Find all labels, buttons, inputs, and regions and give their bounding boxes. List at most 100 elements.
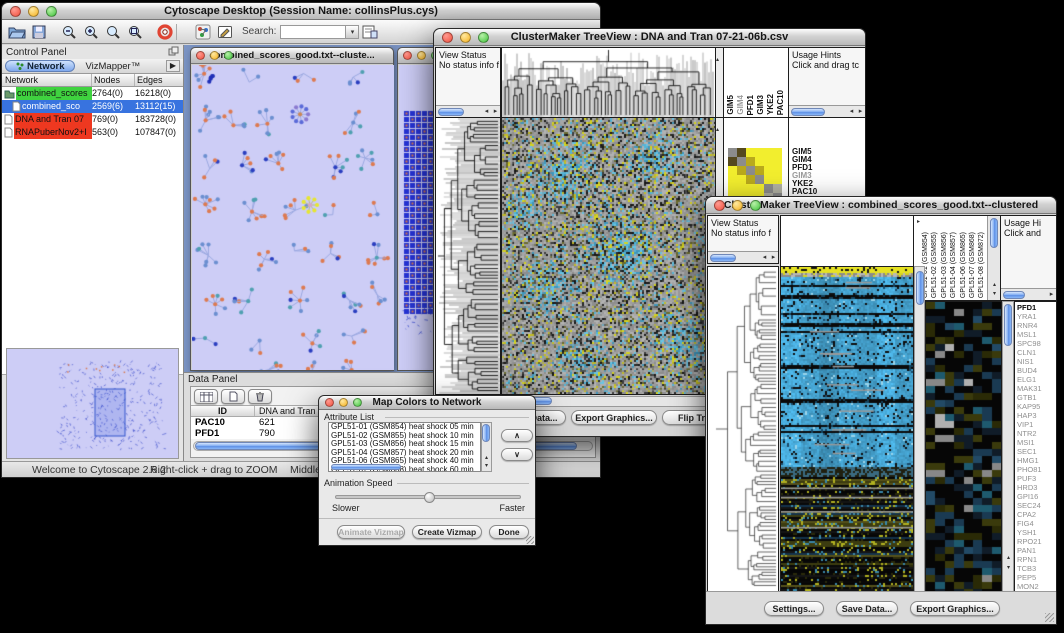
tab-vizmapper[interactable]: VizMapper™	[75, 61, 150, 72]
select-attributes-icon[interactable]	[194, 389, 218, 404]
tv2-zoom-heatmap[interactable]	[925, 301, 1002, 592]
scroll-down-icon[interactable]: ▾	[990, 289, 999, 299]
gene-label[interactable]: MAK31	[1017, 384, 1056, 393]
network-view-title-bar[interactable]: combined_scores_good.txt--cluste...	[191, 48, 393, 64]
scroll-left-icon[interactable]: ◂	[847, 107, 856, 117]
animate-vizmap-button[interactable]: Animate Vizmap	[337, 525, 405, 539]
minimize-button[interactable]	[339, 398, 348, 407]
resize-grip[interactable]	[1045, 613, 1054, 622]
network-row[interactable]: DNA and Tran 07 769(0) 183728(0)	[2, 113, 183, 126]
done-button[interactable]: Done	[489, 525, 529, 539]
scroll-left-icon[interactable]: ◂	[482, 107, 491, 117]
birds-eye-canvas[interactable]	[7, 349, 177, 458]
column-label[interactable]: YKE2	[766, 94, 776, 115]
close-button[interactable]	[10, 6, 21, 17]
column-label[interactable]: PAC10	[776, 90, 786, 115]
gene-label[interactable]: YSH1	[1017, 528, 1056, 537]
gene-label[interactable]: KAP95	[1017, 402, 1056, 411]
column-label[interactable]: GIM5	[726, 95, 736, 115]
gene-label[interactable]: RNR4	[1017, 321, 1056, 330]
close-button[interactable]	[403, 51, 412, 60]
matrix-cell[interactable]	[755, 166, 764, 175]
gene-label[interactable]: HAP3	[1017, 411, 1056, 420]
zoom-in-icon[interactable]	[80, 22, 102, 41]
attribute-browser-icon[interactable]	[359, 22, 381, 41]
gene-label[interactable]: CPA2	[1017, 510, 1056, 519]
gene-label[interactable]: SEC24	[1017, 501, 1056, 510]
float-panel-icon[interactable]	[168, 43, 179, 61]
close-button[interactable]	[196, 51, 205, 60]
column-label[interactable]: GPL51-07 (GSM868)	[968, 232, 977, 298]
matrix-cell[interactable]	[764, 148, 773, 157]
birds-eye-view[interactable]	[6, 348, 179, 459]
minimize-button[interactable]	[417, 51, 426, 60]
gene-label[interactable]: SEC1	[1017, 447, 1056, 456]
open-session-icon[interactable]	[6, 22, 28, 41]
tv2-row-dendrogram[interactable]	[707, 266, 779, 592]
matrix-cell[interactable]	[755, 184, 764, 193]
scroll-up-icon[interactable]: ▴	[716, 57, 719, 63]
gene-label[interactable]: FIG4	[1017, 519, 1056, 528]
scroll-left-icon[interactable]: ◂	[760, 253, 769, 263]
tv1-status-hscrollbar[interactable]: ◂ ▸	[436, 105, 500, 117]
tab-network[interactable]: Network	[5, 60, 75, 72]
gene-label[interactable]: MSL1	[1017, 330, 1056, 339]
create-vizmap-button[interactable]: Create Vizmap	[412, 525, 482, 539]
tv1-usage-hscrollbar[interactable]: ◂ ▸	[789, 105, 865, 117]
matrix-cell[interactable]	[737, 148, 746, 157]
treeview2-title-bar[interactable]: ClusterMaker TreeView : combined_scores_…	[706, 197, 1056, 214]
matrix-cell[interactable]	[737, 175, 746, 184]
gene-label[interactable]: MON2	[1017, 582, 1056, 591]
tv2-settings-button[interactable]: Settings...	[764, 601, 824, 616]
matrix-cell[interactable]	[728, 148, 737, 157]
column-label[interactable]: GPL51-03 (GSM856)	[940, 232, 949, 298]
close-button[interactable]	[325, 398, 334, 407]
tv2-usage-hscrollbar[interactable]: ▸	[1001, 288, 1056, 300]
column-label[interactable]: GPL51-06 (GSM865)	[959, 232, 968, 298]
matrix-cell[interactable]	[728, 184, 737, 193]
col-network[interactable]: Network	[2, 74, 92, 86]
matrix-cell[interactable]	[764, 157, 773, 166]
gene-label[interactable]: BUD4	[1017, 366, 1056, 375]
matrix-cell[interactable]	[755, 175, 764, 184]
matrix-cell[interactable]	[746, 148, 755, 157]
tv2-column-dendrogram[interactable]	[780, 215, 914, 267]
gene-label[interactable]: PHO81	[1017, 465, 1056, 474]
matrix-cell[interactable]	[764, 166, 773, 175]
col-edges[interactable]: Edges	[135, 74, 183, 86]
network-canvas[interactable]	[192, 65, 394, 370]
matrix-cell[interactable]	[764, 175, 773, 184]
matrix-cell[interactable]	[728, 157, 737, 166]
attribute-list-hscroll[interactable]	[331, 464, 401, 470]
scroll-right-icon[interactable]: ▸	[856, 107, 865, 117]
column-label[interactable]: GIM4	[736, 95, 746, 115]
matrix-cell[interactable]	[737, 184, 746, 193]
matrix-cell[interactable]	[773, 148, 782, 157]
scroll-up-icon[interactable]: ▴	[716, 127, 719, 133]
data-col-id[interactable]: ID	[191, 406, 255, 416]
attribute-list-vscroll[interactable]: ▴ ▾	[481, 422, 492, 472]
zoom-button[interactable]	[46, 6, 57, 17]
save-session-icon[interactable]	[28, 22, 50, 41]
zoom-out-icon[interactable]	[58, 22, 80, 41]
tv1-heatmap[interactable]	[501, 117, 716, 395]
network-row[interactable]: combined_scores 2764(0) 16218(0)	[2, 87, 183, 100]
matrix-cell[interactable]	[737, 157, 746, 166]
matrix-cell[interactable]	[773, 166, 782, 175]
help-icon[interactable]	[154, 22, 176, 41]
zoom-fit-icon[interactable]	[102, 22, 124, 41]
network-row[interactable]: combined_sco 2569(6) 13112(15)	[2, 100, 183, 113]
matrix-cell[interactable]	[746, 184, 755, 193]
scroll-right-icon[interactable]: ▸	[769, 253, 778, 263]
tv2-export-graphics-button[interactable]: Export Graphics...	[910, 601, 1000, 616]
gene-label[interactable]: PEP5	[1017, 573, 1056, 582]
matrix-cell[interactable]	[773, 175, 782, 184]
matrix-cell[interactable]	[773, 184, 782, 193]
matrix-cell[interactable]	[773, 157, 782, 166]
minimize-button[interactable]	[732, 200, 743, 211]
tv1-column-dendrogram[interactable]	[501, 47, 716, 118]
tv2-main-vscrollbar[interactable]	[914, 266, 925, 592]
tv2-heatmap[interactable]	[780, 266, 914, 592]
tv1-row-dendrogram[interactable]	[435, 117, 501, 395]
resize-grip[interactable]	[526, 536, 534, 544]
